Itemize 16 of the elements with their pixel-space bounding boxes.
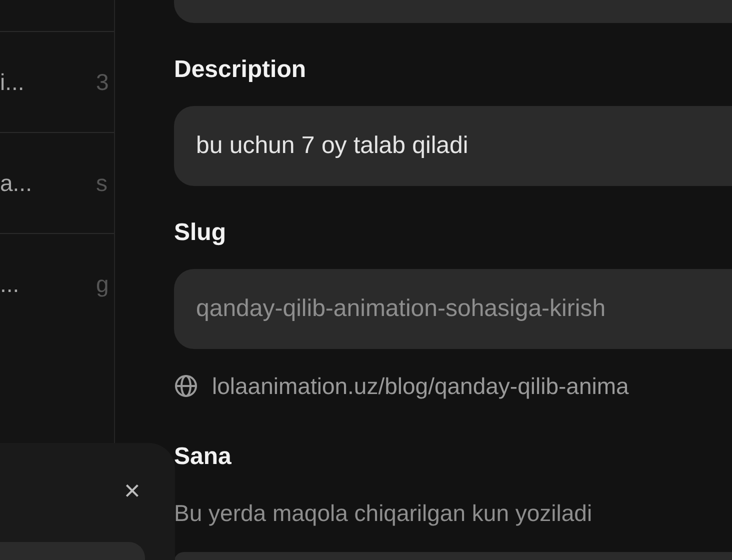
field-label: Description bbox=[174, 56, 306, 84]
table-cell: s bbox=[96, 170, 108, 196]
url-text: lolaanimation.uz/blog/qanday-qilib-anima bbox=[212, 372, 629, 400]
text-field[interactable]: bu uchun 7 oy talab qiladi bbox=[174, 106, 732, 186]
globe-icon bbox=[174, 374, 198, 398]
text-field[interactable] bbox=[174, 0, 732, 23]
table-cell-text: i... bbox=[0, 68, 26, 96]
table-cell: 3 bbox=[96, 68, 109, 96]
close-button[interactable]: × bbox=[122, 476, 142, 506]
hint-text: Bu yerda maqola chiqarilgan kun yoziladi bbox=[174, 499, 592, 527]
table-cell: g bbox=[96, 270, 109, 298]
table-cell-text: a... bbox=[0, 170, 33, 196]
table-cell-text: ... bbox=[0, 270, 20, 298]
field-label: Sana bbox=[174, 443, 232, 471]
text-field[interactable] bbox=[174, 552, 732, 560]
field-label: Slug bbox=[174, 219, 226, 247]
